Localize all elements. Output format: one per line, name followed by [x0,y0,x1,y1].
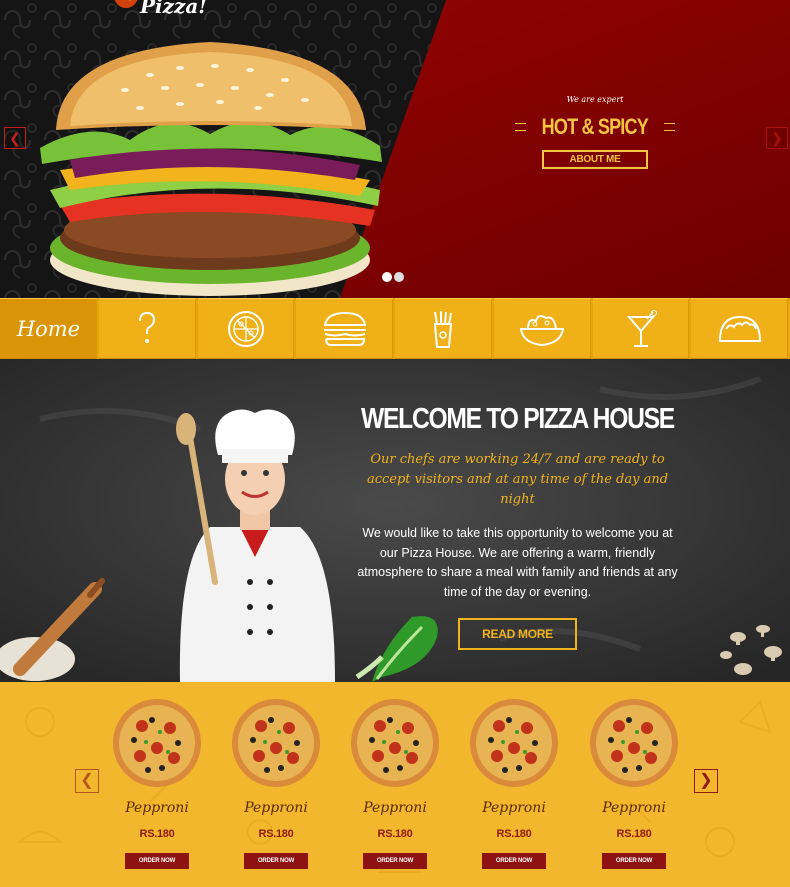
chevron-left-icon[interactable]: ❮ [4,127,26,149]
chevron-right-icon[interactable]: ❯ [766,127,788,149]
slider-dot-2[interactable] [394,272,404,282]
product-price: RS.180 [616,828,652,840]
product-card[interactable]: Pepproni RS.180 ORDER NOW [345,698,445,869]
nav-item-cocktail[interactable] [592,298,690,359]
hero-caption: We are expert HOT & SPICY ABOUT ME [515,95,675,169]
slider-dots [382,272,404,282]
chevron-left-icon[interactable]: ❮ [75,769,99,793]
nav-item-question[interactable] [98,298,196,359]
product-name: Pepproni [482,800,546,816]
welcome-body: We would like to take this opportunity t… [357,526,678,599]
logo-text[interactable]: Pizza! [140,0,207,18]
welcome-content: WELCOME TO PIZZA HOUSE Our chefs are wor… [355,403,680,650]
hero-title-row: HOT & SPICY [515,114,675,140]
pizza-image [113,699,201,787]
order-now-button[interactable]: ORDER NOW [124,853,190,869]
order-now-button[interactable]: ORDER NOW [601,853,667,869]
nav-home-label: Home [16,316,81,341]
taco-icon [718,315,761,342]
nav-item-pizza[interactable] [197,298,295,359]
products-carousel: ❮ ❯ Pepproni RS.180 ORDER NOW Pepproni R… [0,682,790,887]
salad-bowl-icon [520,314,565,346]
slider-dot-1[interactable] [382,272,392,282]
product-name: Pepproni [125,800,189,816]
nav-item-salad[interactable] [493,298,591,359]
order-now-button[interactable]: ORDER NOW [243,853,309,869]
welcome-section: WELCOME TO PIZZA HOUSE Our chefs are wor… [0,359,790,682]
hero-title: HOT & SPICY [541,114,649,139]
chef-image [176,409,335,682]
nav-item-fries[interactable] [395,298,492,359]
product-card[interactable]: Pepproni RS.180 ORDER NOW [107,698,207,869]
burger-image [40,42,382,296]
about-me-button[interactable]: ABOUT ME [541,150,649,169]
product-card[interactable]: Pepproni RS.180 ORDER NOW [584,698,684,869]
product-price: RS.180 [496,828,532,840]
pizza-image [470,699,558,787]
burger-icon [323,311,366,346]
mushrooms-image [720,625,782,675]
product-name: Pepproni [363,800,427,816]
nav-item-burger[interactable] [296,298,394,359]
product-price: RS.180 [258,828,294,840]
product-card[interactable]: Pepproni RS.180 ORDER NOW [226,698,326,869]
question-icon [139,311,156,343]
cocktail-icon [626,309,657,347]
product-name: Pepproni [244,800,308,816]
read-more-button[interactable]: READ MORE [458,618,577,650]
welcome-title: WELCOME TO PIZZA HOUSE [361,403,675,435]
chevron-right-icon[interactable]: ❯ [694,769,718,793]
category-bar: Home [0,298,790,359]
hero-kicker: We are expert [566,95,624,104]
product-price: RS.180 [377,828,413,840]
welcome-subtitle: Our chefs are working 24/7 and are ready… [366,452,669,507]
product-price: RS.180 [139,828,175,840]
product-name: Pepproni [602,800,666,816]
product-card[interactable]: Pepproni RS.180 ORDER NOW [464,698,564,869]
pizza-image [590,699,678,787]
nav-item-taco[interactable] [691,298,789,359]
nav-item-home[interactable]: Home [0,298,97,359]
rolling-pin-image [0,578,105,681]
decorative-line [515,123,527,131]
order-now-button[interactable]: ORDER NOW [362,853,428,869]
pizza-image [232,699,320,787]
hero-slider: Pizza! We are expert HOT & SPICY ABOUT M… [0,0,790,298]
fries-icon [434,310,453,348]
pizza-icon [227,310,264,347]
pizza-image [351,699,439,787]
decorative-line [663,123,675,131]
order-now-button[interactable]: ORDER NOW [481,853,547,869]
